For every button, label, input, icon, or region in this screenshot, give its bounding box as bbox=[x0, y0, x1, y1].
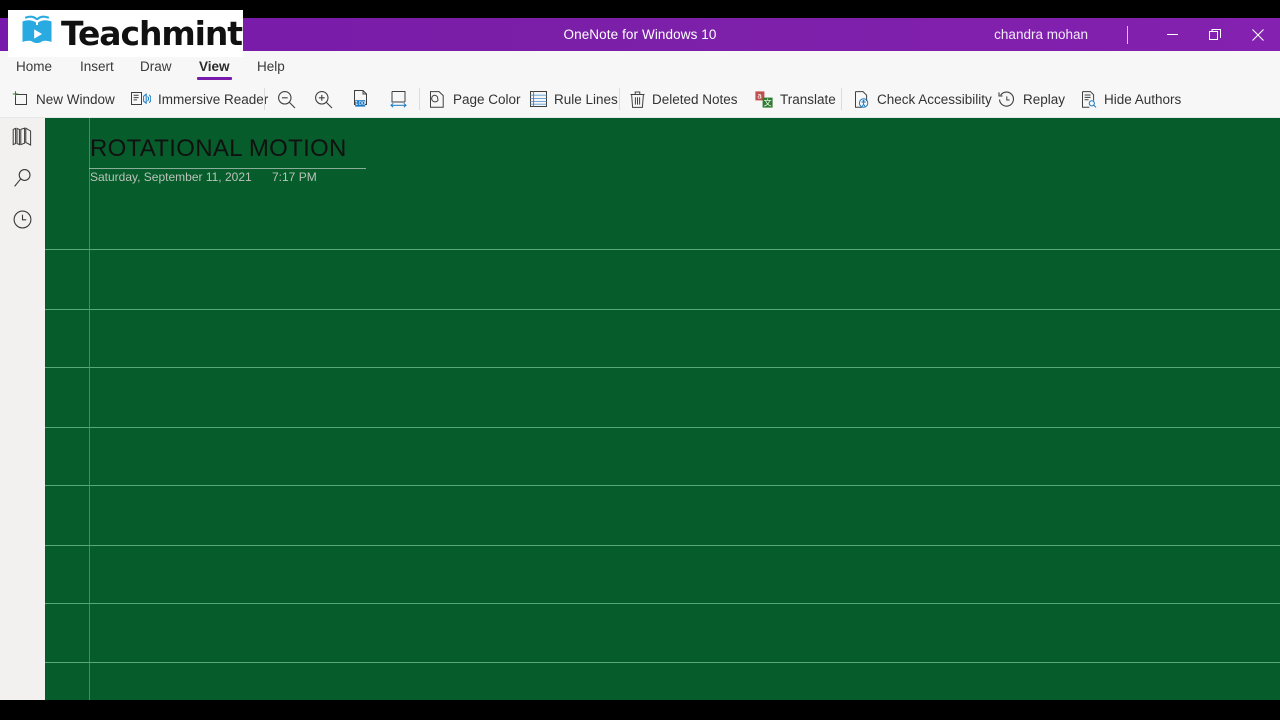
zoom-100-button[interactable]: 100 bbox=[348, 81, 374, 117]
minimize-button[interactable] bbox=[1150, 18, 1194, 51]
new-window-icon bbox=[12, 91, 29, 107]
tab-view-label: View bbox=[199, 58, 230, 74]
hide-authors-button[interactable]: Hide Authors bbox=[1080, 81, 1181, 117]
recent-button[interactable] bbox=[0, 201, 45, 243]
titlebar-divider bbox=[1127, 26, 1128, 44]
toolbar-divider-2 bbox=[419, 88, 420, 110]
translate-label: Translate bbox=[780, 91, 836, 107]
page-title[interactable]: ROTATIONAL MOTION bbox=[90, 135, 347, 163]
immersive-reader-icon bbox=[131, 91, 151, 107]
toolbar-divider-4 bbox=[841, 88, 842, 110]
hide-authors-icon bbox=[1080, 90, 1097, 108]
tab-help-label: Help bbox=[257, 58, 285, 74]
svg-text:a: a bbox=[757, 91, 762, 100]
new-window-button[interactable]: New Window bbox=[12, 81, 115, 117]
page-color-icon bbox=[428, 90, 446, 108]
tab-home-label: Home bbox=[16, 58, 53, 74]
page-time[interactable]: 7:17 PM bbox=[272, 170, 317, 184]
hide-authors-label: Hide Authors bbox=[1104, 91, 1182, 107]
replay-label: Replay bbox=[1023, 91, 1066, 107]
immersive-reader-label: Immersive Reader bbox=[158, 91, 269, 107]
left-nav-rail bbox=[0, 118, 45, 700]
replay-clock-icon bbox=[998, 91, 1016, 108]
recent-clock-icon bbox=[13, 210, 32, 234]
rule-line bbox=[45, 545, 1280, 546]
check-accessibility-label: Check Accessibility bbox=[877, 91, 992, 107]
accessibility-icon bbox=[853, 90, 870, 108]
page-color-button[interactable]: Page Color bbox=[428, 81, 521, 117]
page-date[interactable]: Saturday, September 11, 2021 bbox=[90, 170, 252, 184]
letterbox-bottom bbox=[0, 700, 1280, 720]
margin-line bbox=[89, 118, 90, 700]
tab-help[interactable]: Help bbox=[255, 51, 287, 81]
tab-insert-label: Insert bbox=[80, 58, 114, 74]
notebooks-icon bbox=[12, 127, 33, 151]
onenote-window: OneNote for Windows 10 chandra mohan Hom… bbox=[0, 0, 1280, 720]
rule-lines-icon bbox=[530, 91, 547, 107]
rule-line bbox=[45, 427, 1280, 428]
translate-icon: a 文 bbox=[755, 90, 773, 108]
page-color-label: Page Color bbox=[453, 91, 521, 107]
rule-line bbox=[45, 309, 1280, 310]
rule-lines-label: Rule Lines bbox=[554, 91, 618, 107]
account-name[interactable]: chandra mohan bbox=[994, 18, 1088, 51]
page-width-icon bbox=[389, 90, 408, 108]
notebooks-button[interactable] bbox=[0, 118, 45, 160]
rule-line bbox=[45, 603, 1280, 604]
translate-button[interactable]: a 文 Translate bbox=[755, 81, 836, 117]
teachmint-book-play-logo-icon bbox=[20, 14, 54, 53]
zoom-100-icon: 100 bbox=[352, 89, 371, 109]
view-toolbar: New Window Immersive Reader 100 Page Col… bbox=[0, 81, 1280, 118]
toolbar-divider-1 bbox=[264, 88, 265, 110]
rule-lines-button[interactable]: Rule Lines bbox=[530, 81, 618, 117]
replay-button[interactable]: Replay bbox=[998, 81, 1065, 117]
check-accessibility-button[interactable]: Check Accessibility bbox=[853, 81, 992, 117]
rule-line bbox=[45, 485, 1280, 486]
deleted-notes-label: Deleted Notes bbox=[652, 91, 738, 107]
trash-icon bbox=[630, 91, 645, 108]
search-icon bbox=[13, 168, 33, 193]
deleted-notes-button[interactable]: Deleted Notes bbox=[630, 81, 738, 117]
close-button[interactable] bbox=[1236, 18, 1280, 51]
svg-text:100: 100 bbox=[355, 101, 366, 107]
toolbar-divider-3 bbox=[619, 88, 620, 110]
svg-text:文: 文 bbox=[764, 97, 772, 107]
tab-draw-label: Draw bbox=[140, 58, 172, 74]
page-width-button[interactable] bbox=[385, 81, 411, 117]
zoom-in-button[interactable] bbox=[310, 81, 336, 117]
teachmint-watermark: Teachmint bbox=[8, 10, 243, 57]
note-page-canvas[interactable]: ROTATIONAL MOTION Saturday, September 11… bbox=[45, 118, 1280, 700]
active-tab-indicator bbox=[197, 77, 232, 80]
zoom-out-icon bbox=[277, 90, 296, 109]
rule-line bbox=[45, 662, 1280, 663]
search-button[interactable] bbox=[0, 159, 45, 201]
teachmint-brand-text: Teachmint bbox=[61, 14, 243, 53]
rule-line bbox=[45, 249, 1280, 250]
rule-line bbox=[45, 367, 1280, 368]
restore-button[interactable] bbox=[1193, 18, 1237, 51]
title-underline bbox=[89, 168, 366, 169]
zoom-out-button[interactable] bbox=[273, 81, 299, 117]
zoom-in-icon bbox=[314, 90, 333, 109]
new-window-label: New Window bbox=[36, 91, 115, 107]
immersive-reader-button[interactable]: Immersive Reader bbox=[131, 81, 268, 117]
